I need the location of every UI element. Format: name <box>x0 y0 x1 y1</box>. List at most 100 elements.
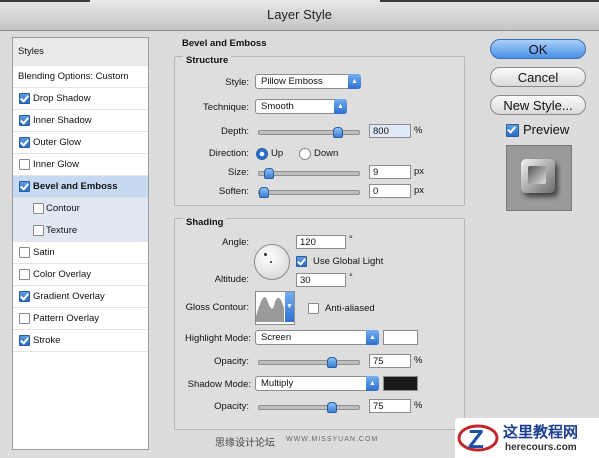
ok-button[interactable]: OK <box>490 39 586 59</box>
angle-input[interactable]: 120 <box>296 235 346 249</box>
size-input[interactable]: 9 <box>369 165 411 179</box>
texture-checkbox[interactable] <box>33 225 44 236</box>
sidebar-item-label: Gradient Overlay <box>33 291 105 302</box>
blending-options-label: Blending Options: Custom <box>18 71 129 82</box>
angle-dial[interactable] <box>254 244 290 280</box>
altitude-input[interactable]: 30 <box>296 273 346 287</box>
styles-list: Styles Blending Options: Custom Drop Sha… <box>12 37 149 450</box>
background-strip <box>0 0 90 2</box>
direction-up-radio[interactable] <box>256 148 268 160</box>
altitude-unit: ° <box>349 272 353 283</box>
gloss-contour-picker[interactable]: ▼ <box>255 291 295 325</box>
soften-slider-thumb[interactable] <box>259 187 269 198</box>
cancel-button[interactable]: Cancel <box>490 67 586 87</box>
shadow-opacity-input[interactable]: 75 <box>369 399 411 413</box>
structure-group: Structure Style: Pillow Emboss ▲ Techniq… <box>174 55 465 206</box>
highlight-mode-value: Screen <box>261 332 292 343</box>
depth-slider-thumb[interactable] <box>333 127 343 138</box>
preview-checkbox[interactable] <box>506 124 519 137</box>
sidebar-item-label: Stroke <box>33 335 61 346</box>
color-overlay-checkbox[interactable] <box>19 269 30 280</box>
style-preview-thumbnail <box>506 145 572 211</box>
style-label: Style: <box>225 77 249 88</box>
sidebar-item-label: Outer Glow <box>33 137 82 148</box>
contour-checkbox[interactable] <box>33 203 44 214</box>
svg-text:Z: Z <box>468 424 484 454</box>
size-slider[interactable] <box>258 168 360 179</box>
shadow-opacity-slider[interactable] <box>258 402 360 413</box>
sidebar-item-outer-glow[interactable]: Outer Glow <box>13 132 148 154</box>
highlight-opacity-label: Opacity: <box>214 356 249 367</box>
panel-title: Bevel and Emboss <box>182 38 267 49</box>
technique-label: Technique: <box>203 102 249 113</box>
angle-unit: ° <box>349 234 353 245</box>
sidebar-item-texture[interactable]: Texture <box>13 220 148 242</box>
sidebar-item-inner-shadow[interactable]: Inner Shadow <box>13 110 148 132</box>
watermark-text-cn: 思缘设计论坛 <box>215 438 275 449</box>
shading-title: Shading <box>183 217 227 228</box>
sidebar-item-pattern-overlay[interactable]: Pattern Overlay <box>13 308 148 330</box>
new-style-button[interactable]: New Style... <box>490 95 586 115</box>
sidebar-item-color-overlay[interactable]: Color Overlay <box>13 264 148 286</box>
highlight-color-swatch[interactable] <box>383 330 418 345</box>
shadow-opacity-thumb[interactable] <box>327 402 337 413</box>
bevel-emboss-panel: Bevel and Emboss Structure Style: Pillow… <box>160 36 478 446</box>
styles-header[interactable]: Styles <box>13 38 148 66</box>
pattern-overlay-checkbox[interactable] <box>19 313 30 324</box>
size-unit: px <box>414 166 425 177</box>
depth-input[interactable]: 800 <box>369 124 411 138</box>
preview-swatch <box>521 159 555 193</box>
updown-arrow-icon: ▲ <box>366 330 379 345</box>
highlight-opacity-slider[interactable] <box>258 357 360 368</box>
sidebar-item-stroke[interactable]: Stroke <box>13 330 148 352</box>
highlight-opacity-input[interactable]: 75 <box>369 354 411 368</box>
direction-down-radio[interactable] <box>299 148 311 160</box>
anti-aliased-checkbox[interactable] <box>308 303 319 314</box>
technique-select[interactable]: Smooth ▲ <box>255 99 347 114</box>
preview-label: Preview <box>523 122 570 137</box>
size-slider-thumb[interactable] <box>264 168 274 179</box>
altitude-label: Altitude: <box>214 274 249 285</box>
style-select[interactable]: Pillow Emboss ▲ <box>255 74 361 89</box>
sidebar-item-contour[interactable]: Contour <box>13 198 148 220</box>
highlight-mode-select[interactable]: Screen ▲ <box>255 330 379 345</box>
watermark-text-url: WWW.MISSYUAN.COM <box>286 436 379 443</box>
blending-options[interactable]: Blending Options: Custom <box>13 66 148 88</box>
sidebar-item-inner-glow[interactable]: Inner Glow <box>13 154 148 176</box>
window-title: Layer Style <box>266 7 333 22</box>
stroke-checkbox[interactable] <box>19 335 30 346</box>
depth-slider[interactable] <box>258 127 360 138</box>
sidebar-item-label: Color Overlay <box>33 269 92 280</box>
brand-watermark: Z 这里教程网 herecours.com <box>455 418 599 458</box>
depth-label: Depth: <box>221 126 249 137</box>
sidebar-item-label: Satin <box>33 247 55 258</box>
outer-glow-checkbox[interactable] <box>19 137 30 148</box>
inner-shadow-checkbox[interactable] <box>19 115 30 126</box>
global-light-checkbox[interactable] <box>296 256 307 267</box>
shadow-mode-select[interactable]: Multiply ▲ <box>255 376 379 391</box>
shadow-color-swatch[interactable] <box>383 376 418 391</box>
shadow-opacity-label: Opacity: <box>214 401 249 412</box>
gradient-overlay-checkbox[interactable] <box>19 291 30 302</box>
updown-arrow-icon: ▲ <box>348 74 361 89</box>
dropdown-arrow-icon: ▼ <box>285 292 294 322</box>
highlight-mode-label: Highlight Mode: <box>184 333 251 344</box>
satin-checkbox[interactable] <box>19 247 30 258</box>
sidebar-item-bevel-and-emboss[interactable]: Bevel and Emboss <box>13 176 148 198</box>
brand-url: herecours.com <box>505 442 577 453</box>
sidebar-item-satin[interactable]: Satin <box>13 242 148 264</box>
updown-arrow-icon: ▲ <box>366 376 379 391</box>
angle-label: Angle: <box>222 237 249 248</box>
soften-input[interactable]: 0 <box>369 184 411 198</box>
inner-glow-checkbox[interactable] <box>19 159 30 170</box>
highlight-opacity-thumb[interactable] <box>327 357 337 368</box>
sidebar-item-label: Texture <box>46 225 78 236</box>
sidebar-item-drop-shadow[interactable]: Drop Shadow <box>13 88 148 110</box>
bevel-and-emboss-checkbox[interactable] <box>19 181 30 192</box>
shadow-mode-label: Shadow Mode: <box>187 379 251 390</box>
sidebar-item-gradient-overlay[interactable]: Gradient Overlay <box>13 286 148 308</box>
shadow-mode-value: Multiply <box>261 378 294 389</box>
direction-label: Direction: <box>208 148 249 159</box>
drop-shadow-checkbox[interactable] <box>19 93 30 104</box>
soften-slider[interactable] <box>258 187 360 198</box>
